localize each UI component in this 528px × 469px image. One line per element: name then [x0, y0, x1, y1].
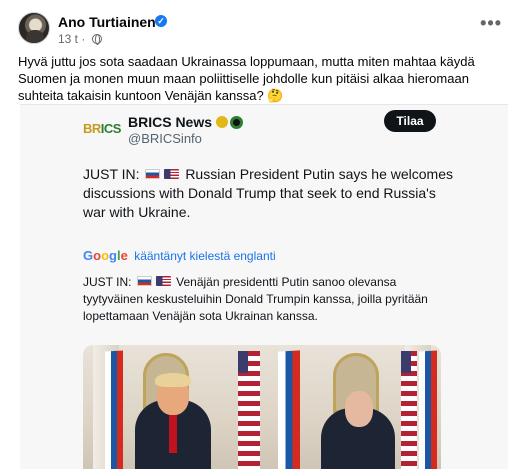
russia-flag-icon [136, 276, 152, 286]
gold-verified-icon [216, 116, 229, 128]
more-options-icon[interactable]: ••• [480, 14, 502, 32]
photo-usa-flag [401, 351, 417, 469]
photo-russia-flag [278, 350, 300, 469]
google-logo-icon: Google [83, 248, 128, 263]
follow-button: Tilaa [384, 110, 436, 132]
translation-note: Google kääntänyt kielestä englanti [83, 248, 276, 263]
affiliate-badge-icon [230, 116, 244, 129]
facebook-post-card: Ano Turtiainen ✓ 13 t · ••• Hyvä juttu j… [0, 0, 528, 469]
photo-russia-flag [419, 350, 437, 469]
post-text: Hyvä juttu jos sota saadaan Ukrainassa l… [18, 54, 475, 103]
russia-flag-icon [145, 169, 161, 179]
globe-icon [91, 34, 102, 45]
meta-separator: · [81, 32, 86, 46]
post-timestamp[interactable]: 13 t [58, 32, 78, 46]
tweet-display-name: BRICS News [128, 114, 244, 130]
brics-logo: BRICS [83, 121, 121, 136]
person-putin-head [345, 391, 373, 427]
tweet-handle: @BRICSinfo [128, 131, 202, 146]
photo-usa-flag [238, 351, 260, 469]
verified-badge-icon: ✓ [155, 15, 167, 27]
translation-note-text: kääntänyt kielestä englanti [134, 249, 276, 263]
tweet-text: JUST IN: Russian President Putin says he… [83, 166, 453, 220]
usa-flag-icon [164, 169, 180, 179]
author-name[interactable]: Ano Turtiainen [58, 14, 156, 30]
post-header: Ano Turtiainen ✓ 13 t · ••• [18, 12, 512, 48]
translated-tweet-text: JUST IN: Venäjän presidentti Putin sanoo… [83, 275, 428, 323]
person-trump-hair [155, 373, 191, 387]
author-avatar[interactable] [18, 12, 50, 44]
photo-russia-flag [105, 350, 123, 469]
tweet-photo [83, 345, 441, 469]
post-meta: 13 t · [58, 32, 102, 46]
photo-tie [169, 413, 177, 453]
shared-tweet-image[interactable]: BRICS BRICS News @BRICSinfo Tilaa JUST I… [20, 104, 508, 469]
usa-flag-icon [155, 276, 171, 286]
